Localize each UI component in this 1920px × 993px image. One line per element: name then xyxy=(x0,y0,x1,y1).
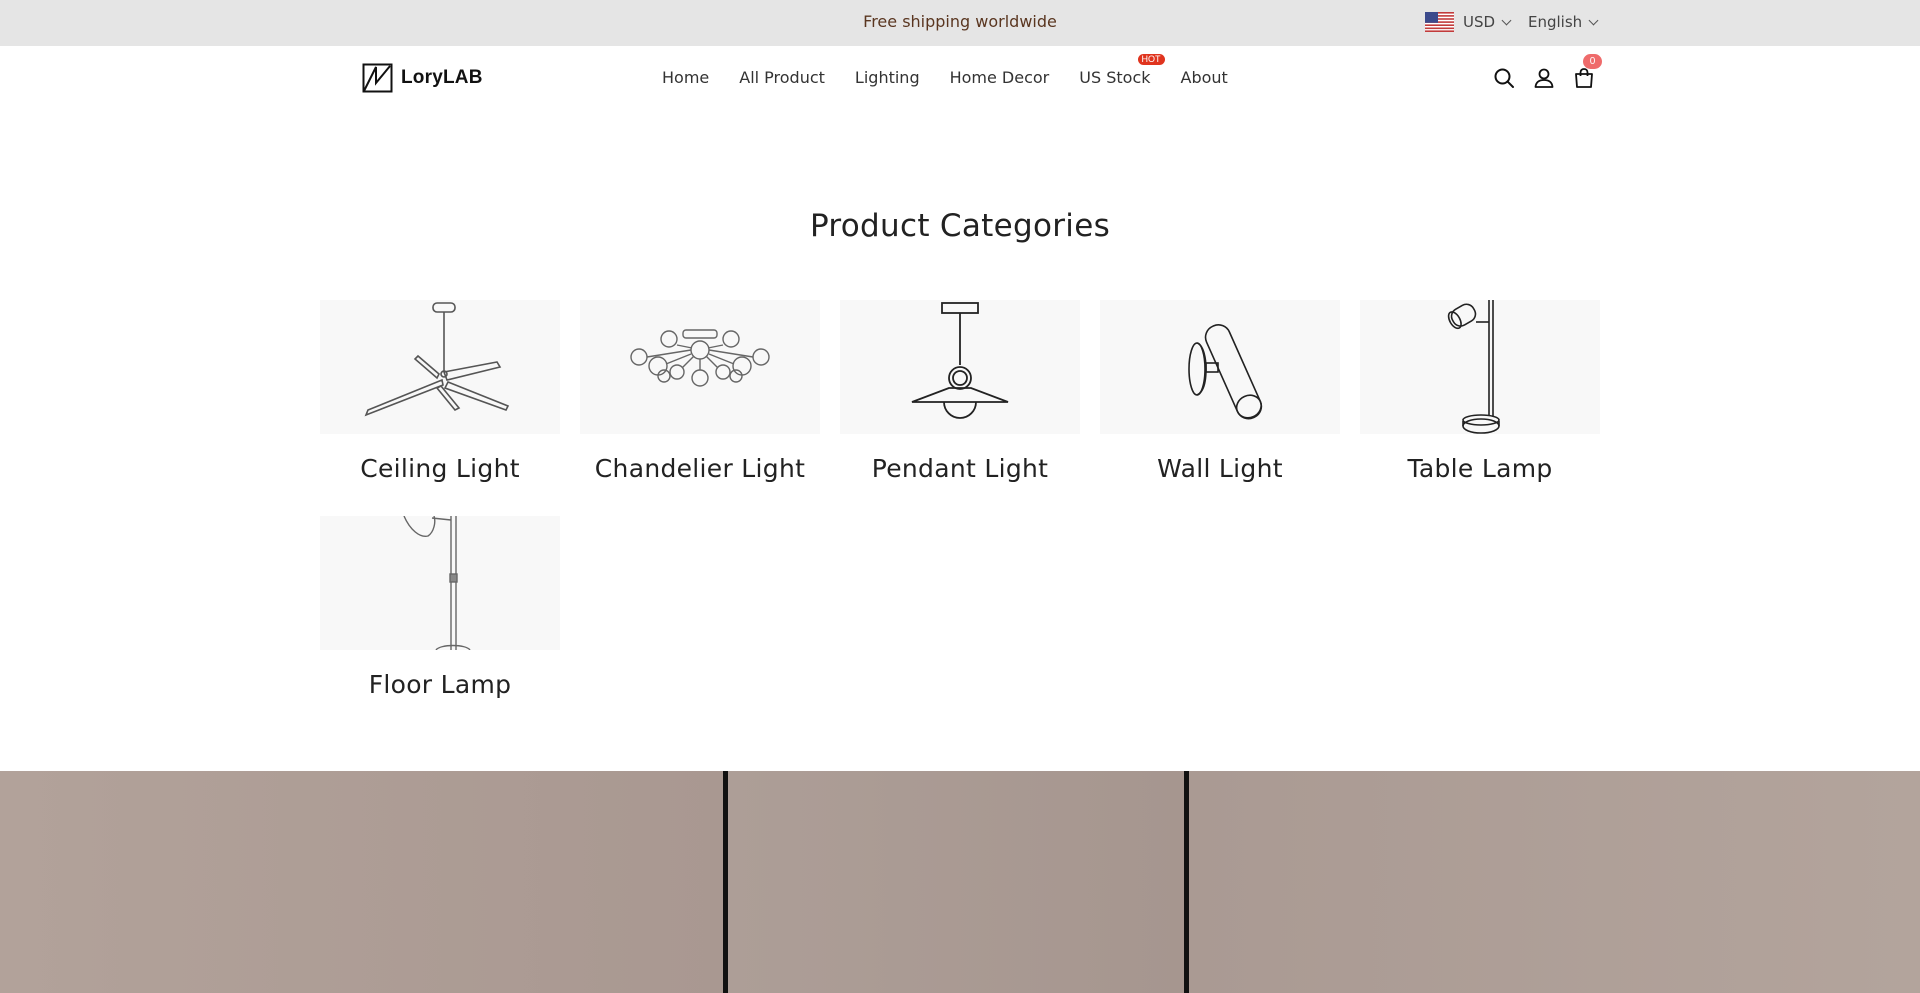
chevron-down-icon xyxy=(1588,15,1599,26)
ceiling-light-icon xyxy=(364,302,510,417)
chevron-down-icon xyxy=(1501,15,1512,26)
language-label: English xyxy=(1528,13,1583,31)
nav-home-decor[interactable]: Home Decor xyxy=(950,66,1050,90)
category-image xyxy=(1360,300,1600,434)
category-label: Table Lamp xyxy=(1407,454,1553,483)
category-card-ceiling-light[interactable]: Ceiling Light xyxy=(320,300,560,483)
account-icon[interactable] xyxy=(1532,66,1556,90)
currency-label: USD xyxy=(1463,13,1496,31)
category-label: Ceiling Light xyxy=(360,454,520,483)
cart-icon[interactable] xyxy=(1572,66,1596,90)
main-nav: Home All Product Lighting Home Decor US … xyxy=(662,54,1228,90)
hero-banner-image xyxy=(0,771,1920,993)
category-card-wall-light[interactable]: Wall Light xyxy=(1100,300,1340,483)
nav-us-stock[interactable]: US Stock HOT xyxy=(1079,54,1165,90)
category-label: Floor Lamp xyxy=(368,670,512,699)
wall-light-icon xyxy=(1188,324,1263,420)
category-image xyxy=(1100,300,1340,434)
category-label: Chandelier Light xyxy=(594,454,806,483)
category-card-floor-lamp[interactable]: Floor Lamp xyxy=(320,516,560,699)
site-logo[interactable]: LoryLAB xyxy=(362,63,483,93)
site-header: LoryLAB Home All Product Lighting Home D… xyxy=(0,46,1920,108)
search-icon[interactable] xyxy=(1492,66,1516,90)
category-card-pendant-light[interactable]: Pendant Light xyxy=(840,300,1080,483)
pendant-light-icon xyxy=(911,302,1009,419)
category-card-chandelier-light[interactable]: Chandelier Light xyxy=(580,300,820,483)
logo-text: LoryLAB xyxy=(401,67,483,88)
category-label: Pendant Light xyxy=(871,454,1049,483)
nav-home[interactable]: Home xyxy=(662,66,709,90)
category-image xyxy=(320,516,560,650)
nav-us-stock-label: US Stock xyxy=(1079,68,1151,87)
chandelier-light-icon xyxy=(630,329,770,387)
category-label: Wall Light xyxy=(1157,454,1283,483)
category-image xyxy=(320,300,560,434)
logo-mark-icon xyxy=(362,63,393,93)
nav-about[interactable]: About xyxy=(1181,66,1228,90)
category-card-table-lamp[interactable]: Table Lamp xyxy=(1360,300,1600,483)
language-selector[interactable]: English xyxy=(1528,12,1599,32)
section-title: Product Categories xyxy=(809,208,1111,244)
category-image xyxy=(840,300,1080,434)
banner-panel xyxy=(0,771,723,993)
table-lamp-icon xyxy=(1447,300,1500,434)
announcement-bar: Free shipping worldwide USD English xyxy=(0,0,1920,46)
currency-selector[interactable]: USD xyxy=(1463,12,1512,32)
nav-all-product[interactable]: All Product xyxy=(739,66,825,90)
cart-count-badge: 0 xyxy=(1583,54,1602,69)
nav-lighting[interactable]: Lighting xyxy=(855,66,920,90)
hot-badge: HOT xyxy=(1137,54,1165,65)
us-flag-icon xyxy=(1425,12,1454,32)
floor-lamp-icon xyxy=(403,516,471,650)
announcement-text: Free shipping worldwide xyxy=(863,12,1057,31)
banner-panel xyxy=(728,771,1184,993)
banner-panel xyxy=(1189,771,1920,993)
category-image xyxy=(580,300,820,434)
